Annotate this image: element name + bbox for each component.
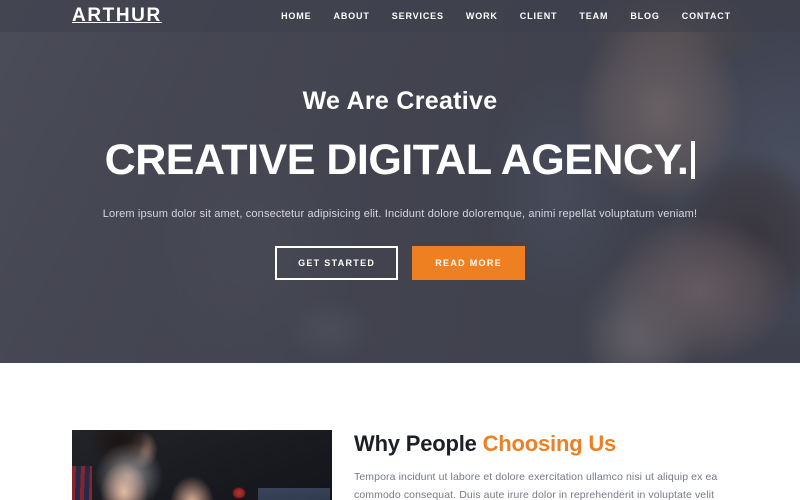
typing-cursor-icon [691,140,696,179]
why-choose-us-section: Why People Choosing Us Tempora incidunt … [0,363,800,500]
why-title-plain: Why People [354,431,483,456]
nav-item-contact: CONTACT [671,0,742,32]
nav-link-contact[interactable]: CONTACT [671,0,742,32]
nav-link-home[interactable]: HOME [270,0,322,32]
nav-item-team: TEAM [568,0,619,32]
hero-button-group: GET STARTED READ MORE [0,246,800,281]
nav-link-client[interactable]: CLIENT [509,0,569,32]
hero-title-text: CREATIVE DIGITAL AGENCY. [104,135,689,184]
nav-item-client: CLIENT [509,0,569,32]
nav-link-services[interactable]: SERVICES [381,0,455,32]
why-choose-us-title: Why People Choosing Us [354,431,728,457]
nav-item-services: SERVICES [381,0,455,32]
get-started-button[interactable]: GET STARTED [275,246,399,281]
nav-menu: HOME ABOUT SERVICES WORK CLIENT TEAM BLO… [270,0,742,32]
site-logo[interactable]: ARTHUR [72,5,162,27]
read-more-button[interactable]: READ MORE [412,246,525,281]
nav-item-about: ABOUT [322,0,380,32]
hero-section: ARTHUR HOME ABOUT SERVICES WORK CLIENT T… [0,0,800,363]
why-choose-us-image [72,430,332,500]
nav-link-work[interactable]: WORK [455,0,509,32]
main-navigation-bar: ARTHUR HOME ABOUT SERVICES WORK CLIENT T… [0,0,800,32]
hero-description: Lorem ipsum dolor sit amet, consectetur … [102,207,698,220]
why-choose-us-body: Why People Choosing Us Tempora incidunt … [354,430,728,500]
hero-title: CREATIVE DIGITAL AGENCY. [0,135,800,184]
nav-link-blog[interactable]: BLOG [619,0,670,32]
nav-item-home: HOME [270,0,322,32]
why-title-accent: Choosing Us [482,431,617,456]
nav-item-work: WORK [455,0,509,32]
hero-content: We Are Creative CREATIVE DIGITAL AGENCY.… [0,87,800,281]
meeting-room-photo [72,430,332,500]
why-choose-us-inner: Why People Choosing Us Tempora incidunt … [72,430,728,500]
why-choose-us-text: Tempora incidunt ut labore et dolore exe… [354,471,718,500]
nav-item-blog: BLOG [619,0,670,32]
nav-link-team[interactable]: TEAM [568,0,619,32]
hero-subtitle: We Are Creative [302,87,498,115]
nav-link-about[interactable]: ABOUT [322,0,380,32]
